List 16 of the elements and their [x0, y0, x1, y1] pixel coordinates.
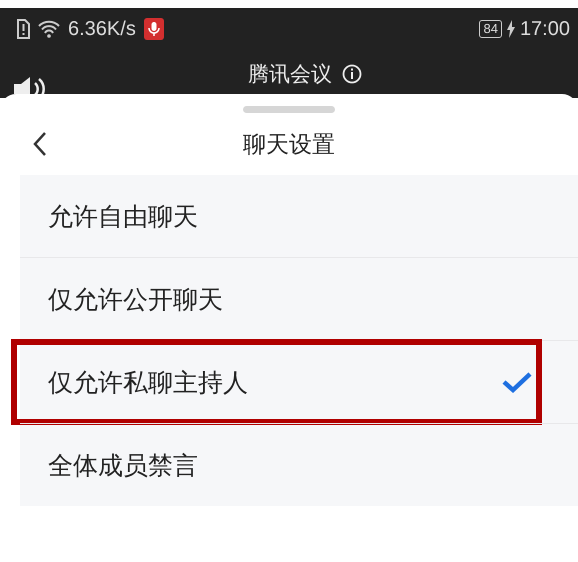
back-icon[interactable]	[32, 131, 48, 157]
meeting-title: 腾讯会议	[248, 61, 332, 88]
drag-handle[interactable]	[243, 106, 335, 113]
wifi-icon	[38, 20, 60, 38]
clock-time: 17:00	[520, 18, 570, 40]
microphone-icon	[144, 18, 164, 40]
chat-option[interactable]: 仅允许公开聊天	[20, 257, 578, 340]
charging-icon	[506, 20, 516, 38]
network-speed: 6.36K/s	[68, 18, 136, 40]
info-icon[interactable]	[342, 64, 362, 84]
sheet-title: 聊天设置	[243, 130, 335, 160]
chat-option[interactable]: 全体成员禁言	[20, 423, 578, 506]
sim-alert-icon	[16, 19, 30, 39]
chat-option[interactable]: 允许自由聊天	[20, 175, 578, 257]
battery-level: 84	[479, 20, 502, 38]
chat-option[interactable]: 仅允许私聊主持人	[20, 340, 578, 423]
